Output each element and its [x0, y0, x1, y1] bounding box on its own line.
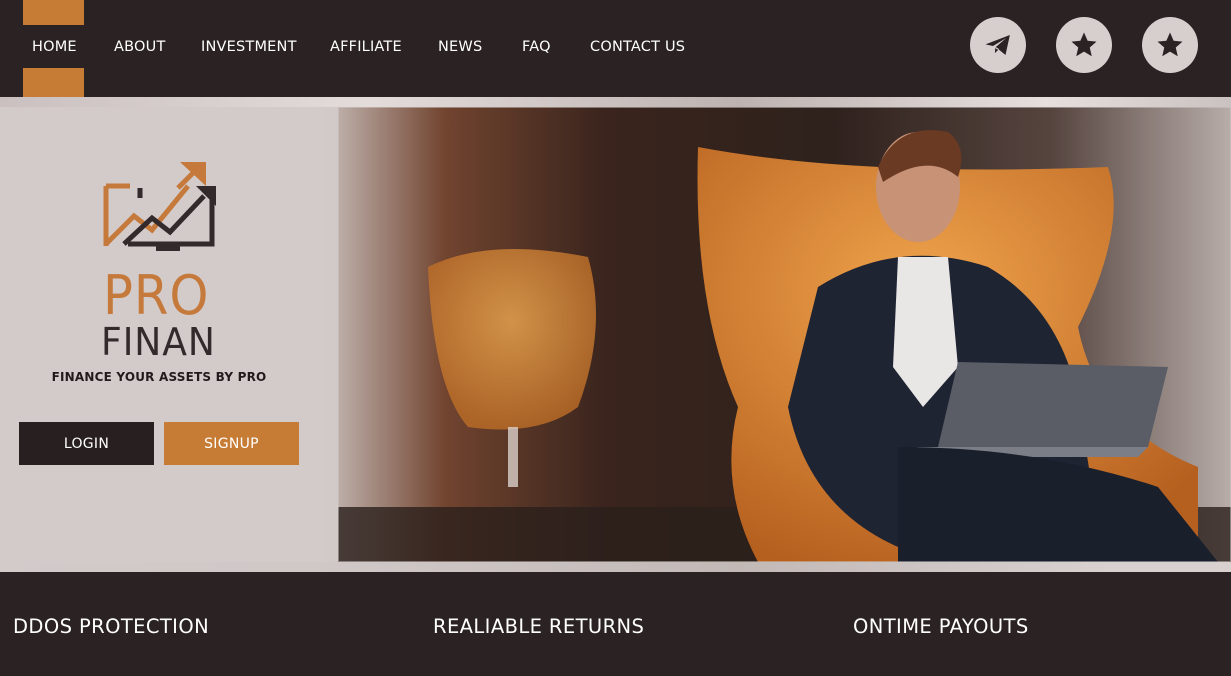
telegram-icon — [985, 35, 1010, 55]
brand-tagline: FINANCE YOUR ASSETS BY PRO — [51, 370, 267, 384]
hero-top-border — [0, 97, 1231, 107]
nav-item-investment[interactable]: INVESTMENT — [201, 36, 297, 58]
star-button-1[interactable] — [1056, 17, 1112, 73]
nav-active-indicator-bottom — [23, 68, 84, 97]
feature-reliable-returns: REALIABLE RETURNS — [433, 615, 645, 638]
nav-item-news[interactable]: NEWS — [438, 36, 482, 58]
feature-ddos-protection: DDOS PROTECTION — [13, 615, 210, 638]
feature-ontime-payouts: ONTIME PAYOUTS — [853, 615, 1029, 638]
star-button-2[interactable] — [1142, 17, 1198, 73]
nav-item-contact-us[interactable]: CONTACT US — [590, 36, 685, 58]
telegram-button[interactable] — [970, 17, 1026, 73]
nav-item-about[interactable]: ABOUT — [114, 36, 166, 58]
star-icon — [1157, 32, 1183, 57]
nav-item-faq[interactable]: FAQ — [522, 36, 551, 58]
signup-button[interactable]: SIGNUP — [164, 422, 299, 465]
brand-logo-icon — [103, 162, 216, 251]
nav-item-affiliate[interactable]: AFFILIATE — [330, 36, 402, 58]
brand-name-line1: PRO — [103, 264, 210, 327]
hero-photo — [338, 107, 1231, 562]
login-button[interactable]: LOGIN — [19, 422, 154, 465]
brand-name-line2: FINAN — [101, 320, 216, 364]
nav-active-indicator-top — [23, 0, 84, 25]
hero-photo-illustration — [338, 107, 1231, 562]
hero-bottom-border — [0, 562, 1231, 572]
star-icon — [1071, 32, 1097, 57]
nav-item-home[interactable]: HOME — [32, 36, 77, 58]
